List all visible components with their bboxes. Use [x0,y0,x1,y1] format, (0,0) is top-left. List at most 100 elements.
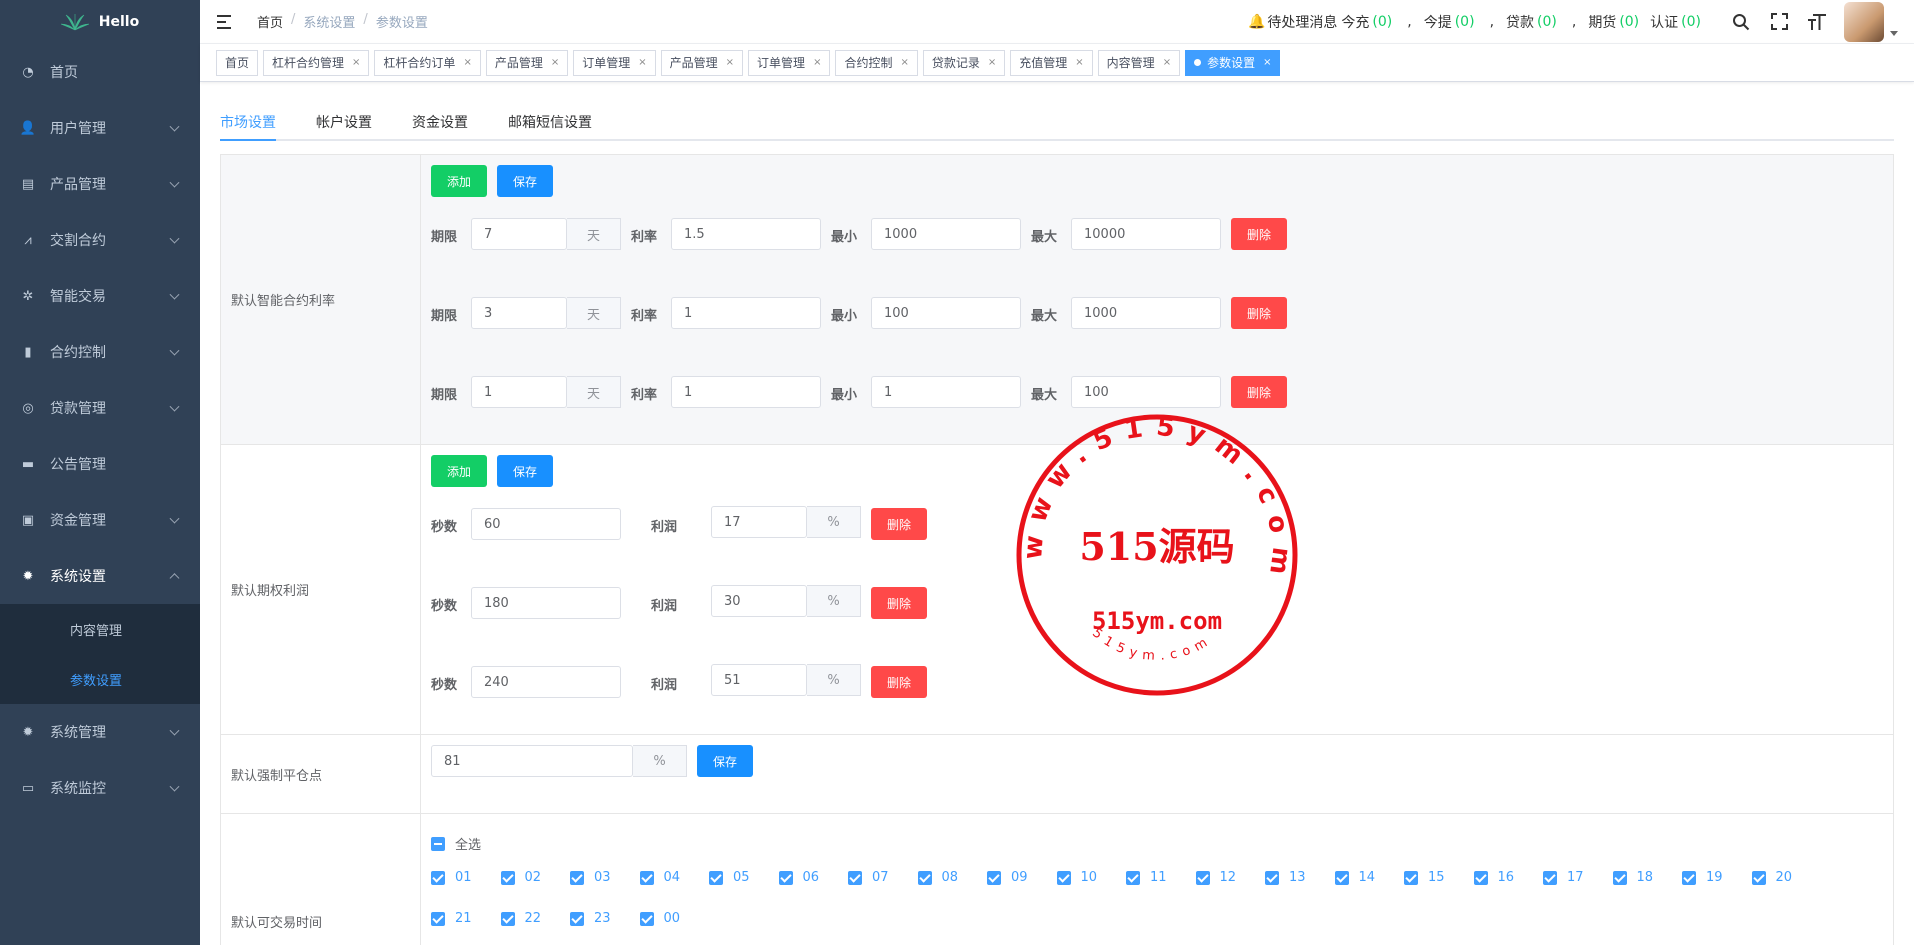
tab-market[interactable]: 市场设置 [220,112,276,141]
delete-button[interactable]: 删除 [1231,297,1287,329]
seconds-input[interactable]: 180 [471,587,621,619]
avatar[interactable] [1844,1,1884,42]
hour-checkbox[interactable]: 15 [1404,870,1445,885]
max-input[interactable]: 100 [1071,376,1221,408]
sidebar-item-system-management[interactable]: ✹ 系统管理 [0,704,200,760]
hour-checkbox[interactable]: 09 [987,870,1028,885]
hour-checkbox[interactable]: 14 [1334,870,1375,885]
tag-item[interactable]: 杠杆合约订单 × [374,49,481,76]
liquidation-input[interactable]: 81 [431,745,633,777]
sidebar-subitem-content[interactable]: 内容管理 [0,604,200,654]
sidebar-item-announcements[interactable]: ▬ 公告管理 [0,436,200,492]
close-icon[interactable]: × [1075,57,1083,68]
close-icon[interactable]: × [900,57,908,68]
save-button[interactable]: 保存 [497,165,553,197]
hour-checkbox[interactable]: 04 [639,870,680,885]
close-icon[interactable]: × [551,57,559,68]
close-icon[interactable]: × [463,57,471,68]
rate-input[interactable]: 1 [671,376,821,408]
breadcrumb-home[interactable]: 首页 [257,12,283,31]
period-input[interactable]: 1 [471,376,567,408]
caret-down-icon[interactable] [1890,30,1898,36]
profit-input[interactable]: 30 [711,585,807,617]
logo[interactable]: Hello [0,0,200,44]
add-button[interactable]: 添加 [431,455,487,487]
tab-account[interactable]: 帐户设置 [316,112,372,141]
sidebar-subitem-params[interactable]: 参数设置 [0,654,200,704]
hour-checkbox[interactable]: 18 [1612,870,1653,885]
counter-value[interactable]: (0) [1372,14,1392,30]
font-size-icon[interactable] [1806,11,1828,33]
tag-item-active[interactable]: 参数设置 × [1185,49,1281,76]
sidebar-item-system-settings[interactable]: ✹ 系统设置 [0,548,200,604]
period-input[interactable]: 3 [471,297,567,329]
tag-item[interactable]: 内容管理 × [1097,49,1181,76]
hour-checkbox[interactable]: 10 [1056,870,1097,885]
hour-checkbox[interactable]: 11 [1126,870,1167,885]
close-icon[interactable]: × [988,57,996,68]
counter-value[interactable]: (0) [1537,14,1557,30]
tab-funds[interactable]: 资金设置 [412,112,468,141]
delete-button[interactable]: 删除 [871,666,927,698]
close-icon[interactable]: × [352,57,360,68]
close-icon[interactable]: × [638,57,646,68]
delete-button[interactable]: 删除 [1231,376,1287,408]
rate-input[interactable]: 1.5 [671,218,821,250]
close-icon[interactable]: × [813,57,821,68]
sidebar-item-delivery-contract[interactable]: ⩘ 交割合约 [0,212,200,268]
tag-item[interactable]: 订单管理 × [573,49,656,76]
period-input[interactable]: 7 [471,218,567,250]
hour-checkbox[interactable]: 22 [500,911,541,926]
tag-item[interactable]: 杠杆合约管理 × [263,49,370,76]
seconds-input[interactable]: 60 [471,508,621,540]
hour-checkbox[interactable]: 16 [1473,870,1514,885]
sidebar-item-loans[interactable]: ◎ 贷款管理 [0,380,200,436]
tab-email-sms[interactable]: 邮箱短信设置 [508,112,592,141]
hour-checkbox[interactable]: 05 [709,870,750,885]
hour-checkbox[interactable]: 19 [1682,870,1723,885]
delete-button[interactable]: 删除 [871,508,927,540]
hour-checkbox[interactable]: 01 [431,870,472,885]
search-icon[interactable] [1730,11,1752,33]
hour-checkbox[interactable]: 02 [500,870,541,885]
hour-checkbox[interactable]: 03 [570,870,611,885]
hour-checkbox[interactable]: 17 [1543,870,1584,885]
save-button[interactable]: 保存 [697,745,753,777]
tag-item[interactable]: 产品管理 × [660,49,744,76]
sidebar-item-users[interactable]: 👤 用户管理 [0,100,200,156]
tag-item[interactable]: 产品管理 × [485,49,569,76]
tag-item[interactable]: 首页 [216,49,259,76]
sidebar-item-smart-trading[interactable]: ✲ 智能交易 [0,268,200,324]
hour-checkbox[interactable]: 23 [570,911,611,926]
hour-checkbox[interactable]: 06 [778,870,819,885]
sidebar-item-funds[interactable]: ▣ 资金管理 [0,492,200,548]
tag-item[interactable]: 充值管理 × [1010,49,1093,76]
counter-value[interactable]: (0) [1455,14,1475,30]
sidebar-item-products[interactable]: ▤ 产品管理 [0,156,200,212]
notice-label[interactable]: 待处理消息 [1267,12,1337,32]
min-input[interactable]: 1 [871,376,1021,408]
seconds-input[interactable]: 240 [471,666,621,698]
fullscreen-icon[interactable] [1768,11,1790,33]
sidebar-item-contract-control[interactable]: ▮ 合约控制 [0,324,200,380]
tag-item[interactable]: 贷款记录 × [922,49,1006,76]
counter-value[interactable]: (0) [1681,14,1701,30]
delete-button[interactable]: 删除 [1231,218,1287,250]
hour-checkbox[interactable]: 21 [431,911,472,926]
add-button[interactable]: 添加 [431,165,487,197]
min-input[interactable]: 100 [871,297,1021,329]
tag-item[interactable]: 合约控制 × [835,49,918,76]
delete-button[interactable]: 删除 [871,587,927,619]
rate-input[interactable]: 1 [671,297,821,329]
hour-checkbox[interactable]: 00 [639,911,680,926]
select-all-checkbox[interactable]: 全选 [431,834,481,853]
hour-checkbox[interactable]: 07 [848,870,889,885]
max-input[interactable]: 1000 [1071,297,1221,329]
sidebar-item-system-monitor[interactable]: ▭ 系统监控 [0,760,200,816]
tag-item[interactable]: 订单管理 × [748,49,831,76]
sidebar-item-home[interactable]: ◔ 首页 [0,44,200,100]
hamburger-icon[interactable] [217,14,233,29]
bell-icon[interactable]: 🔔 [1248,14,1265,30]
hour-checkbox[interactable]: 08 [917,870,958,885]
profit-input[interactable]: 17 [711,506,807,538]
